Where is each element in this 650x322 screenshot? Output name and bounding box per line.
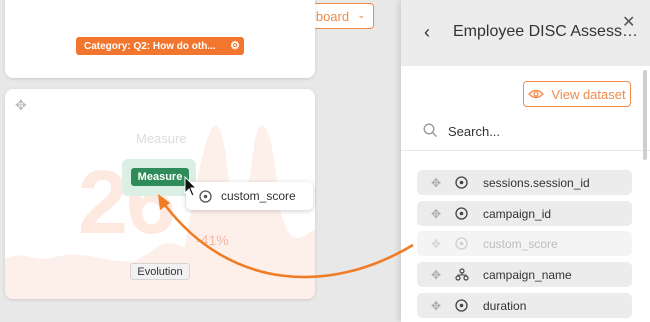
drag-handle-icon[interactable]: ✥	[417, 207, 455, 221]
divider	[401, 150, 650, 151]
field-name: duration	[483, 298, 527, 313]
field-name: sessions.session_id	[483, 175, 590, 190]
view-dataset-button[interactable]: View dataset	[523, 81, 631, 107]
kpi-change: -41%	[196, 232, 229, 248]
drag-handle-icon[interactable]: ✥	[417, 299, 455, 313]
measure-icon	[455, 176, 468, 189]
search-input[interactable]	[448, 121, 628, 141]
field-item[interactable]: ✥ duration	[417, 293, 632, 318]
drag-handle-icon[interactable]: ✥	[417, 176, 455, 190]
eye-icon	[528, 89, 545, 99]
dragged-field-name: custom_score	[221, 189, 296, 203]
cursor-icon	[184, 176, 198, 197]
drag-handle-icon[interactable]: ✥	[417, 268, 455, 282]
view-dataset-label: View dataset	[551, 86, 626, 102]
field-name: custom_score	[483, 236, 558, 251]
search-icon	[423, 123, 437, 137]
measure-icon	[455, 207, 468, 220]
panel-title: Employee DISC Assessm...	[453, 23, 638, 40]
measure-icon	[199, 189, 212, 203]
chevron-down-icon: ⌄	[357, 10, 366, 21]
field-item[interactable]: ✥ campaign_id	[417, 201, 632, 226]
scrollbar[interactable]	[643, 70, 647, 160]
field-name: campaign_name	[483, 267, 572, 282]
category-filter-pill[interactable]: Category: Q2: How do oth... ⚙	[76, 37, 244, 55]
field-name: campaign_id	[483, 206, 552, 221]
category-label: Category: Q2: How do oth...	[84, 40, 216, 52]
move-handle-icon[interactable]: ✥	[15, 97, 27, 114]
measure-icon	[455, 299, 468, 312]
field-item[interactable]: ✥ campaign_name	[417, 262, 632, 287]
widget-title: Measure	[136, 131, 187, 146]
close-icon[interactable]: ✕	[622, 12, 635, 32]
field-item[interactable]: ✥ sessions.session_id	[417, 170, 632, 195]
gear-icon[interactable]: ⚙	[230, 39, 240, 52]
dragged-field-preview: custom_score	[186, 182, 313, 210]
evolution-button[interactable]: Evolution	[130, 263, 190, 280]
field-item-dragging[interactable]: ✥ custom_score	[417, 231, 632, 256]
back-icon[interactable]: ‹	[424, 22, 430, 43]
drag-handle-icon[interactable]: ✥	[417, 237, 455, 251]
measure-icon	[455, 237, 468, 250]
dimension-icon	[455, 268, 469, 281]
